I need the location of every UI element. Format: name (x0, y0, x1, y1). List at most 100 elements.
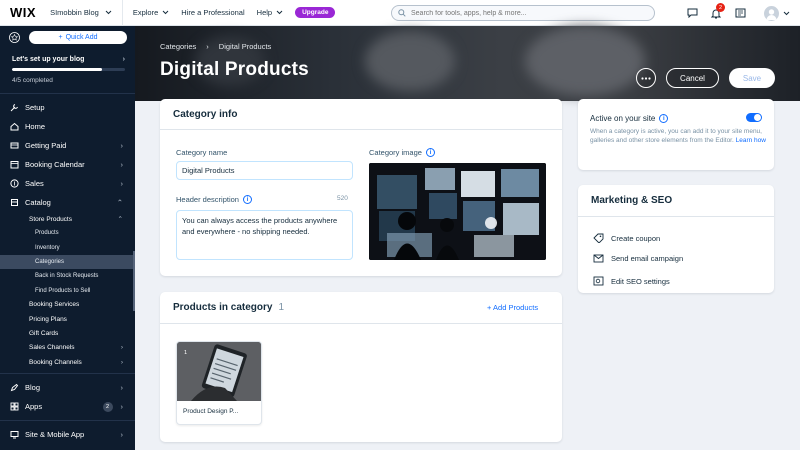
header-description-label: Header description i (176, 195, 252, 204)
catalog-icon (11, 199, 18, 206)
active-description: When a category is active, you can add i… (590, 128, 766, 144)
sidebar: + Quick Add Let's set up your blog › 4/5 c… (0, 26, 135, 450)
marketing-seo-title: Marketing & SEO (578, 185, 774, 217)
save-button[interactable]: Save (729, 68, 775, 88)
chevron-down-icon (783, 11, 790, 15)
setup-progress-card[interactable]: Let's set up your blog › 4/5 completed (0, 48, 135, 94)
search-bar[interactable] (391, 5, 655, 21)
chevron-up-icon: ⌃ (116, 198, 123, 207)
sidebar-item-catalog[interactable]: Catalog ⌃ (0, 193, 135, 212)
setup-title: Let's set up your blog (12, 56, 85, 63)
chevron-right-icon: › (120, 383, 124, 393)
chevron-down-icon (276, 10, 283, 15)
site-selector[interactable]: SImobbin Blog (50, 0, 123, 26)
page-title: Digital Products (160, 59, 309, 80)
svg-text:1: 1 (184, 350, 187, 356)
chat-icon (687, 8, 697, 18)
breadcrumb: Categories › Digital Products (160, 42, 271, 51)
active-toggle[interactable] (746, 113, 762, 122)
edit-seo-settings-link[interactable]: Edit SEO settings (593, 276, 670, 286)
coupon-icon (593, 233, 604, 243)
header-description-textarea[interactable]: You can always access the products anywh… (176, 210, 353, 260)
top-icons: 2 (680, 0, 800, 26)
news-button[interactable] (728, 0, 752, 26)
quick-add-button[interactable]: + Quick Add (29, 30, 127, 44)
setup-progress-bar (12, 68, 125, 71)
breadcrumb-categories[interactable]: Categories (160, 42, 196, 51)
setup-progress-text: 4/5 completed (12, 77, 53, 84)
sidebar-item-blog[interactable]: Blog › (0, 378, 135, 397)
upgrade-button[interactable]: Upgrade (295, 7, 336, 18)
send-email-campaign-link[interactable]: Send email campaign (593, 254, 683, 263)
sidebar-item-booking-calendar[interactable]: Booking Calendar › (0, 155, 135, 174)
sidebar-item-apps[interactable]: Apps 2 › (0, 397, 135, 416)
star-icon[interactable] (9, 31, 20, 43)
sidebar-item-sales-channels[interactable]: Sales Channels › (0, 341, 135, 355)
calendar-icon (10, 161, 19, 169)
toggle-knob (754, 114, 761, 121)
apps-count-badge: 2 (102, 401, 113, 412)
sidebar-item-back-in-stock[interactable]: Back in Stock Requests (0, 269, 135, 283)
create-coupon-link[interactable]: Create coupon (593, 233, 660, 243)
active-on-site-label: Active on your site i (590, 114, 669, 123)
sidebar-item-find-products[interactable]: Find Products to Sell (0, 283, 135, 297)
apps-icon (10, 402, 19, 411)
info-icon[interactable]: i (659, 114, 669, 123)
sidebar-scrollbar[interactable] (133, 251, 135, 311)
chevron-down-icon (105, 10, 112, 15)
breadcrumb-separator: › (206, 42, 209, 51)
wix-logo[interactable]: WIX (10, 5, 36, 20)
sidebar-item-categories[interactable]: Categories (0, 254, 135, 270)
add-products-link[interactable]: + Add Products (487, 303, 538, 312)
chevron-up-icon: ⌃ (117, 216, 123, 224)
category-info-title: Category info (160, 99, 562, 130)
devices-icon (10, 431, 19, 439)
category-name-label: Category name (176, 148, 228, 157)
sidebar-item-inventory[interactable]: Inventory (0, 241, 135, 255)
mail-icon (593, 254, 604, 263)
sales-icon (10, 179, 19, 188)
sidebar-item-booking-services[interactable]: Booking Services (0, 298, 135, 312)
sidebar-item-setup[interactable]: Setup (0, 98, 135, 117)
cancel-button[interactable]: Cancel (666, 68, 719, 88)
nav-explore[interactable]: Explore (133, 8, 169, 17)
chevron-right-icon: › (120, 402, 124, 412)
wrench-icon (10, 104, 18, 112)
chevron-right-icon: › (122, 56, 125, 63)
sidebar-item-pricing-plans[interactable]: Pricing Plans (0, 312, 135, 326)
nav-help[interactable]: Help (257, 8, 283, 17)
chevron-right-icon: › (120, 179, 124, 188)
learn-how-link[interactable]: Learn how (736, 137, 766, 144)
category-name-input[interactable] (176, 161, 353, 180)
sidebar-item-products[interactable]: Products (0, 226, 135, 240)
sidebar-divider (0, 420, 135, 422)
chevron-right-icon: › (120, 344, 123, 352)
category-image[interactable] (369, 163, 546, 260)
sidebar-item-sales[interactable]: Sales › (0, 174, 135, 193)
nav-hire-professional[interactable]: Hire a Professional (181, 8, 244, 17)
sidebar-top: + Quick Add (0, 26, 135, 48)
info-icon[interactable]: i (242, 195, 252, 204)
chevron-down-icon (162, 10, 169, 15)
chevron-right-icon: › (120, 141, 124, 150)
products-title: Products in category (173, 302, 273, 313)
chevron-right-icon: › (120, 430, 124, 440)
product-card[interactable]: 1 Product Design P... (176, 341, 262, 425)
search-input[interactable] (411, 9, 631, 17)
notification-badge: 2 (716, 3, 725, 12)
sidebar-divider (0, 373, 135, 375)
sidebar-item-booking-channels[interactable]: Booking Channels › (0, 355, 135, 369)
user-icon (766, 8, 777, 20)
notifications-button[interactable]: 2 (704, 0, 728, 26)
sidebar-item-gift-cards[interactable]: Gift Cards (0, 326, 135, 340)
chat-button[interactable] (680, 0, 704, 26)
category-image-label: Category image i (369, 148, 435, 157)
account-menu[interactable] (764, 5, 790, 21)
more-actions-button[interactable] (636, 68, 656, 88)
sidebar-item-store-products[interactable]: Store Products ⌃ (0, 212, 135, 226)
sidebar-item-getting-paid[interactable]: Getting Paid › (0, 136, 135, 155)
dollar-icon (10, 142, 19, 149)
sidebar-item-home[interactable]: Home (0, 117, 135, 136)
info-icon[interactable]: i (425, 148, 435, 157)
sidebar-item-site-mobile-app[interactable]: Site & Mobile App › (0, 425, 135, 444)
